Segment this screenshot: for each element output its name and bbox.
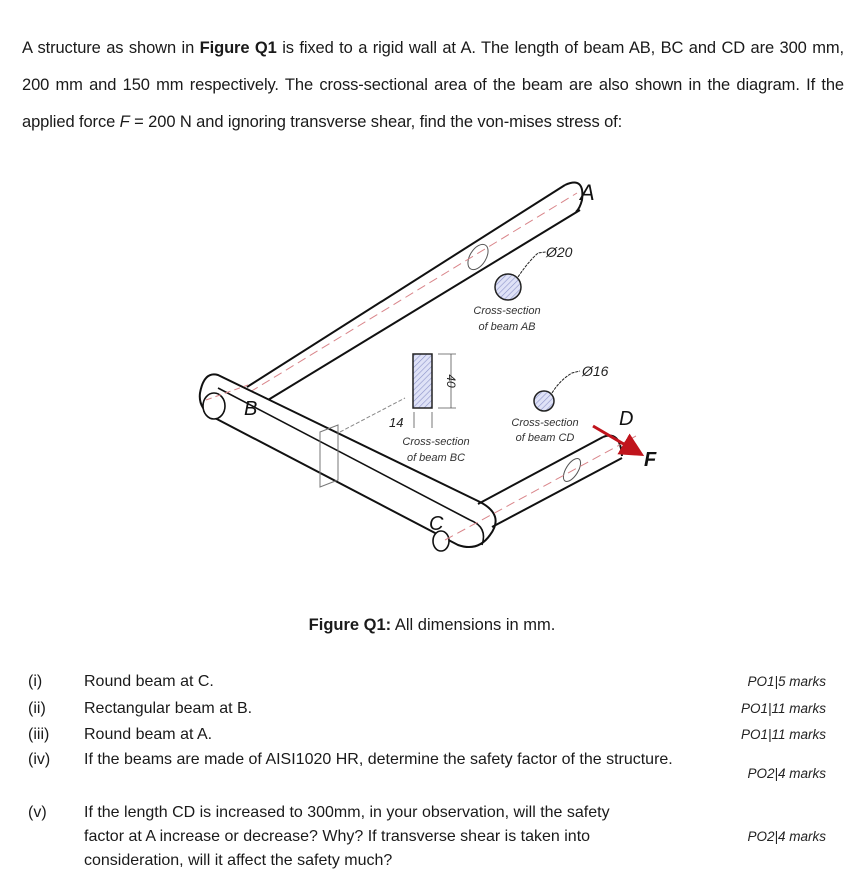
question-text: Round beam at C. [84,673,214,690]
label-a: A [578,180,595,205]
question-marks: PO2|4 marks [747,766,826,781]
figure-reference: Figure Q1 [199,39,277,57]
cross-section-cd: Ø16 Cross-section of beam CD [511,363,608,444]
section-bc-height: 40 [444,374,458,388]
caption-label: Figure Q1: [308,616,392,634]
section-bc-caption-2: of beam BC [407,452,465,464]
section-ab-caption-2: of beam AB [478,321,535,333]
question-marks: PO1|5 marks [747,674,826,689]
caption-text: All dimensions in mm. [391,616,556,634]
intro-text-1: A structure as shown in [22,39,200,57]
question-marks: PO1|11 marks [740,727,826,742]
label-c: C [429,513,444,535]
question-text: If the length CD is increased to 300mm, … [84,804,610,869]
cross-section-ab: Ø20 Cross-section of beam AB [473,244,572,333]
section-bc-caption-1: Cross-section [402,436,469,448]
question-number: (v) [28,804,47,821]
question-number: (iv) [28,751,51,768]
question-marks: PO1|11 marks [740,701,826,716]
question-marks: PO2|4 marks [747,829,826,844]
question-number: (ii) [28,700,46,717]
section-cd-caption-2: of beam CD [516,432,575,444]
intro-text-3: = 200 N and ignoring transverse shear, f… [129,113,623,131]
force-symbol: F [119,113,130,131]
question-number: (i) [28,673,43,690]
cross-section-bc: 40 14 Cross-section of beam BC [389,353,470,464]
section-cd-dim: Ø16 [581,363,609,379]
section-ab-caption-1: Cross-section [473,305,540,317]
label-b: B [244,398,257,420]
label-d: D [619,408,633,430]
section-cd-caption-1: Cross-section [511,417,578,429]
figure-caption: Figure Q1: All dimensions in mm. [0,616,864,635]
question-text: Rectangular beam at B. [84,700,253,717]
beam-cd [444,434,637,541]
problem-statement: A structure as shown in Figure Q1 is fix… [22,30,844,141]
question-text: If the beams are made of AISI1020 HR, de… [84,751,673,768]
question-number: (iii) [28,726,50,743]
label-f: F [644,449,657,471]
section-ab-dim: Ø20 [545,244,573,260]
figure-q1-diagram: A B C D F Ø20 Cross-section of beam AB 4… [198,180,657,552]
section-bc-width: 14 [389,415,403,430]
question-text: Round beam at A. [84,726,213,743]
